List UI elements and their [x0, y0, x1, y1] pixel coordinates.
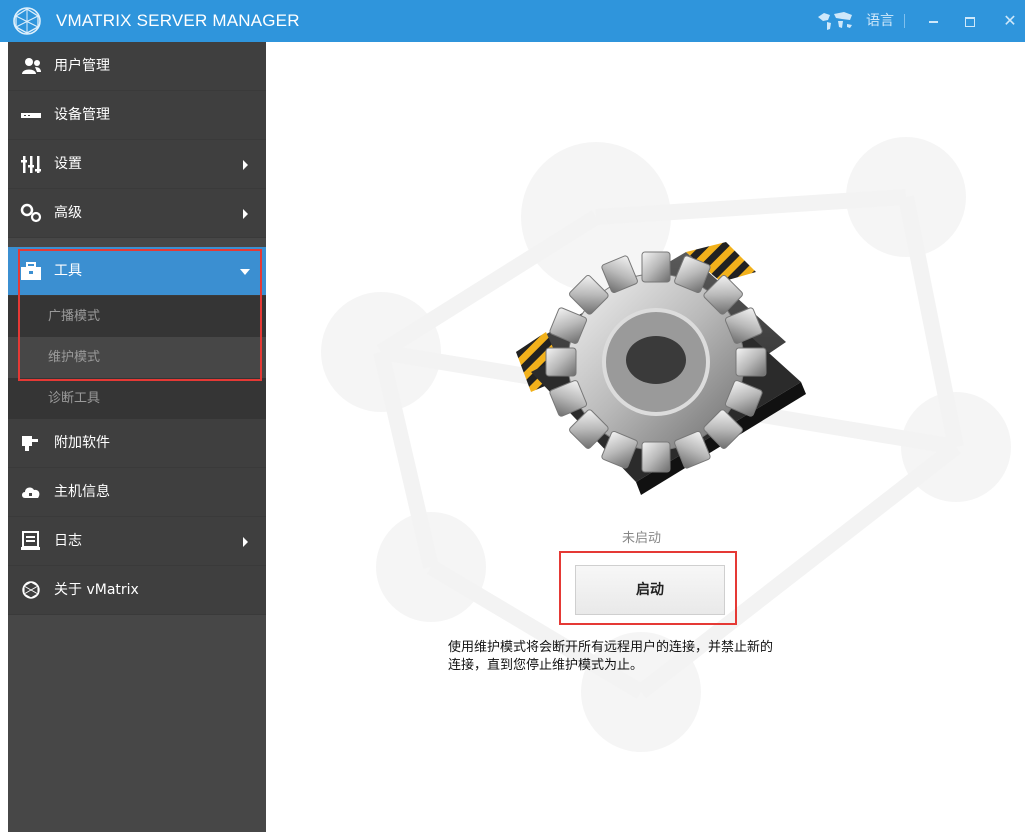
sidebar-item-advanced[interactable]: 高级	[8, 189, 266, 238]
sidebar-item-settings[interactable]: 设置	[8, 140, 266, 189]
sidebar-item-host-info[interactable]: 主机信息	[8, 468, 266, 517]
chevron-right-icon	[243, 160, 248, 170]
logo-icon	[22, 581, 40, 599]
log-icon	[21, 531, 40, 550]
app-title: VMATRIX SERVER MANAGER	[56, 11, 300, 30]
language-menu[interactable]: 语言	[866, 0, 894, 42]
maintenance-gear-illustration	[516, 242, 806, 495]
title-bar: VMATRIX SERVER MANAGER 语言 ✕	[0, 0, 1025, 42]
chevron-right-icon	[243, 537, 248, 547]
description-line: 使用维护模式将会断开所有远程用户的连接，并禁止新的	[448, 640, 774, 655]
sidebar-item-label: 关于 vMatrix	[54, 582, 139, 598]
maximize-button[interactable]	[955, 0, 985, 42]
description-line: 连接，直到您停止维护模式为止。	[448, 658, 644, 673]
world-map-icon[interactable]	[814, 9, 856, 33]
minimize-icon	[928, 20, 938, 23]
plugin-icon	[22, 436, 38, 451]
sidebar-item-label: 日志	[54, 533, 82, 549]
sidebar: 用户管理 设备管理 设置 高级 工具 广播模式 维护模式 诊断工具 附加软件 主…	[8, 42, 266, 832]
gears-icon	[20, 203, 42, 223]
users-icon	[22, 58, 41, 74]
sidebar-item-label: 附加软件	[54, 435, 110, 451]
tools-menu-highlight	[18, 249, 262, 381]
close-icon: ✕	[1003, 11, 1017, 30]
submenu-item-label: 诊断工具	[48, 391, 101, 406]
maximize-icon	[965, 16, 975, 27]
sidebar-item-label: 设置	[54, 156, 82, 172]
sidebar-item-logs[interactable]: 日志	[8, 517, 266, 566]
maintenance-description: 使用维护模式将会断开所有远程用户的连接，并禁止新的 连接，直到您停止维护模式为止…	[448, 639, 868, 675]
cloud-icon	[22, 487, 40, 498]
submenu-item-diagnostic-tools[interactable]: 诊断工具	[8, 378, 266, 419]
sidebar-item-devices[interactable]: 设备管理	[8, 91, 266, 140]
sidebar-item-addons[interactable]: 附加软件	[8, 419, 266, 468]
sidebar-item-label: 高级	[54, 205, 82, 221]
sidebar-item-label: 设备管理	[54, 107, 110, 123]
start-button-highlight	[559, 551, 737, 625]
minimize-button[interactable]	[918, 0, 948, 42]
sidebar-item-label: 用户管理	[54, 58, 110, 74]
sidebar-item-users[interactable]: 用户管理	[8, 42, 266, 91]
chevron-right-icon	[243, 209, 248, 219]
title-separator	[904, 14, 905, 28]
sliders-icon	[21, 156, 41, 173]
logo-icon	[13, 7, 41, 35]
sidebar-item-label: 主机信息	[54, 484, 110, 500]
device-icon	[21, 113, 41, 118]
sidebar-item-about[interactable]: 关于 vMatrix	[8, 566, 266, 615]
maintenance-status-text: 未启动	[622, 531, 662, 546]
main-panel	[266, 42, 1025, 832]
close-button[interactable]: ✕	[995, 0, 1025, 42]
